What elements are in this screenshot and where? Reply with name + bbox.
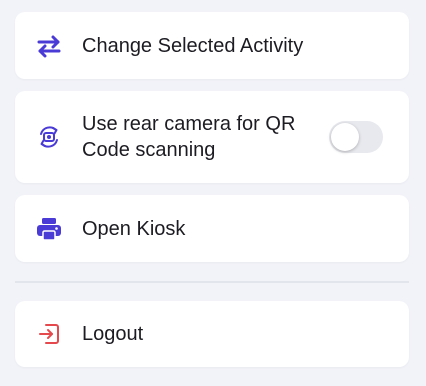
- logout-label: Logout: [82, 323, 144, 345]
- camera-rotate-icon: [35, 123, 63, 151]
- toggle-knob: [331, 123, 359, 151]
- open-kiosk-label: Open Kiosk: [82, 217, 186, 240]
- section-divider: [15, 281, 409, 283]
- printer-icon: [35, 215, 63, 243]
- rear-camera-setting: Use rear camera for QR Code scanning: [15, 91, 409, 183]
- settings-page: Change Selected Activity Use rear camera…: [0, 0, 426, 386]
- open-kiosk-button[interactable]: Open Kiosk: [15, 195, 409, 262]
- logout-button[interactable]: Logout: [15, 301, 409, 367]
- rear-camera-toggle[interactable]: [329, 121, 383, 153]
- swap-arrows-icon: [35, 32, 63, 60]
- change-activity-button[interactable]: Change Selected Activity: [15, 12, 409, 79]
- logout-icon: [35, 320, 63, 348]
- change-activity-label: Change Selected Activity: [82, 34, 304, 57]
- rear-camera-label: Use rear camera for QR Code scanning: [82, 113, 296, 161]
